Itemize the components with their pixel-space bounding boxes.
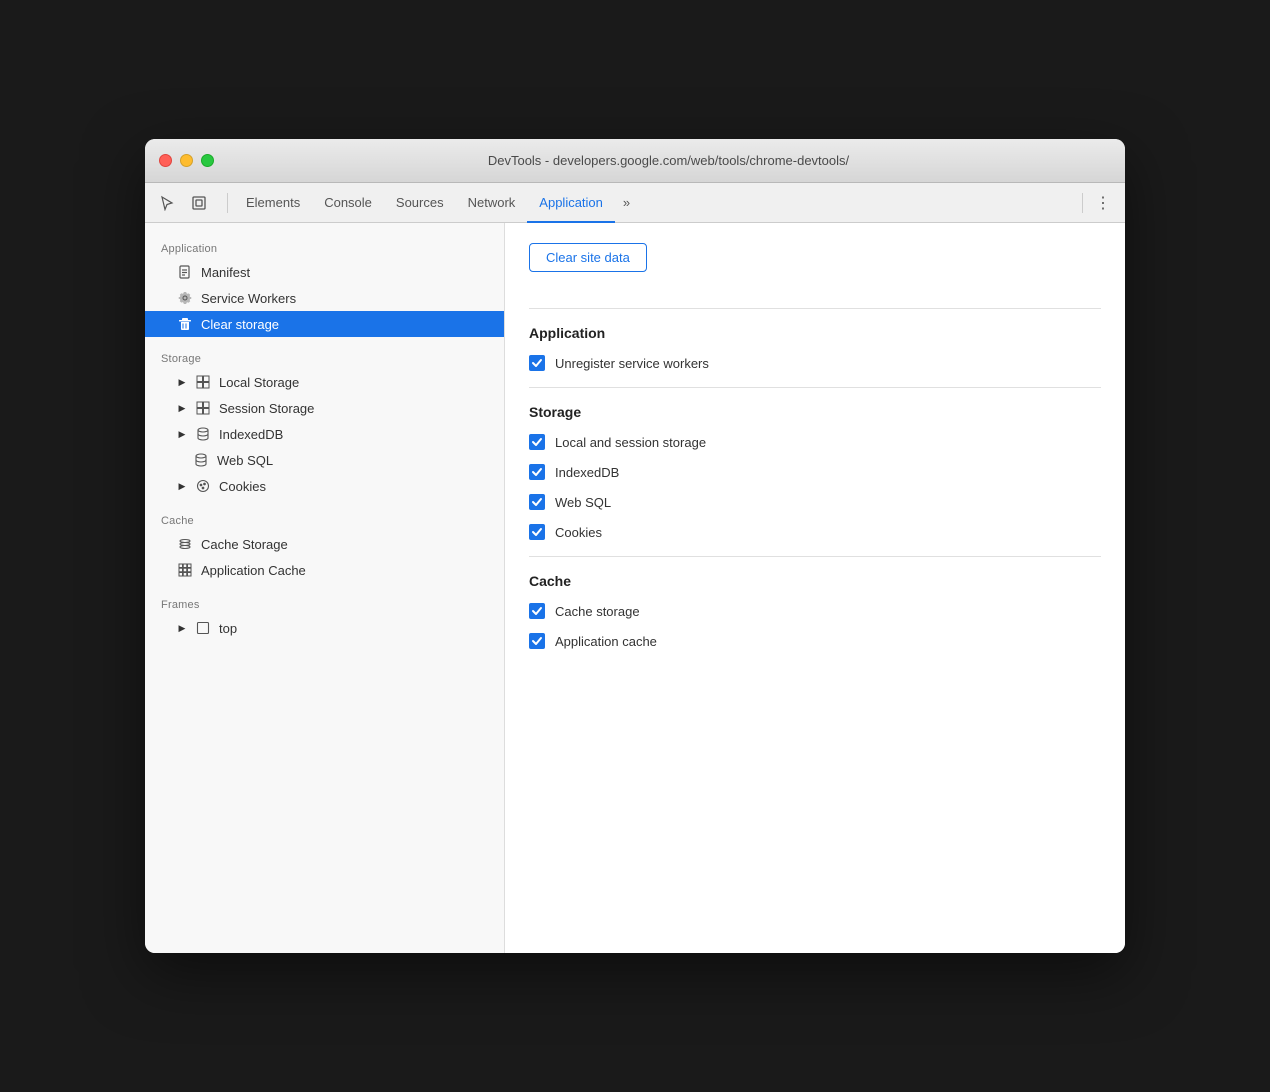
sidebar-item-clear-storage[interactable]: Clear storage [145, 311, 504, 337]
db-icon-indexed [195, 426, 211, 442]
maximize-button[interactable] [201, 154, 214, 167]
main-content: Application Manifest [145, 223, 1125, 953]
menu-dots-button[interactable]: ⋮ [1089, 189, 1117, 217]
traffic-lights [159, 154, 214, 167]
checkbox-local-session-label: Local and session storage [555, 435, 706, 450]
checkbox-unregister-sw-box[interactable] [529, 355, 545, 371]
appgrid-icon [177, 562, 193, 578]
sidebar: Application Manifest [145, 223, 505, 953]
grid-icon-local [195, 374, 211, 390]
checkbox-cookies-box[interactable] [529, 524, 545, 540]
sidebar-item-manifest[interactable]: Manifest [145, 259, 504, 285]
checkbox-indexeddb: IndexedDB [529, 464, 1101, 480]
close-button[interactable] [159, 154, 172, 167]
sidebar-section-frames-label: Frames [145, 591, 504, 615]
sidebar-item-local-storage[interactable]: ▶ Local Storage [145, 369, 504, 395]
checkbox-unregister-sw-label: Unregister service workers [555, 356, 709, 371]
checkbox-indexeddb-label: IndexedDB [555, 465, 619, 480]
layers-icon [177, 536, 193, 552]
sidebar-item-indexeddb[interactable]: ▶ IndexedDB [145, 421, 504, 447]
sidebar-item-session-storage[interactable]: ▶ Session Storage [145, 395, 504, 421]
arrow-icon-2: ▶ [177, 403, 187, 413]
checkbox-cookies: Cookies [529, 524, 1101, 540]
tab-console[interactable]: Console [312, 183, 384, 223]
checkbox-app-cache-label: Application cache [555, 634, 657, 649]
toolbar: Elements Console Sources Network Applica… [145, 183, 1125, 223]
cursor-icon[interactable] [153, 189, 181, 217]
sidebar-item-cache-storage[interactable]: Cache Storage [145, 531, 504, 557]
tab-network[interactable]: Network [456, 183, 528, 223]
minimize-button[interactable] [180, 154, 193, 167]
sidebar-item-web-sql[interactable]: Web SQL [145, 447, 504, 473]
sidebar-section-cache-label: Cache [145, 507, 504, 531]
sidebar-section-application-label: Application [145, 235, 504, 259]
arrow-icon-3: ▶ [177, 429, 187, 439]
panel-section-cache-title: Cache [529, 573, 1101, 589]
window-title: DevTools - developers.google.com/web/too… [226, 153, 1111, 168]
checkbox-indexeddb-box[interactable] [529, 464, 545, 480]
file-icon [177, 264, 193, 280]
checkbox-cache-storage: Cache storage [529, 603, 1101, 619]
devtools-window: DevTools - developers.google.com/web/too… [145, 139, 1125, 953]
panel: Clear site data Application Unregister s… [505, 223, 1125, 953]
checkbox-local-session: Local and session storage [529, 434, 1101, 450]
checkbox-app-cache-box[interactable] [529, 633, 545, 649]
cookie-icon [195, 478, 211, 494]
sidebar-item-app-cache[interactable]: Application Cache [145, 557, 504, 583]
tabs: Elements Console Sources Network Applica… [234, 183, 1076, 223]
db-icon-websql [193, 452, 209, 468]
checkbox-web-sql: Web SQL [529, 494, 1101, 510]
checkbox-cache-storage-label: Cache storage [555, 604, 640, 619]
tab-application[interactable]: Application [527, 183, 615, 223]
panel-divider-2 [529, 387, 1101, 388]
trash-icon [177, 316, 193, 332]
panel-divider-3 [529, 556, 1101, 557]
checkbox-web-sql-box[interactable] [529, 494, 545, 510]
sidebar-section-storage-label: Storage [145, 345, 504, 369]
panel-divider-1 [529, 308, 1101, 309]
checkbox-cache-storage-box[interactable] [529, 603, 545, 619]
tab-sources[interactable]: Sources [384, 183, 456, 223]
toolbar-icons [153, 189, 213, 217]
clear-site-data-button[interactable]: Clear site data [529, 243, 647, 272]
checkbox-app-cache: Application cache [529, 633, 1101, 649]
arrow-icon: ▶ [177, 377, 187, 387]
tab-more[interactable]: » [615, 183, 638, 223]
arrow-icon-5: ▶ [177, 623, 187, 633]
toolbar-divider-2 [1082, 193, 1083, 213]
sidebar-item-top[interactable]: ▶ top [145, 615, 504, 641]
checkbox-web-sql-label: Web SQL [555, 495, 611, 510]
inspector-icon[interactable] [185, 189, 213, 217]
sidebar-item-cookies[interactable]: ▶ Cookies [145, 473, 504, 499]
gear-icon [177, 290, 193, 306]
panel-section-storage-title: Storage [529, 404, 1101, 420]
panel-section-application-title: Application [529, 325, 1101, 341]
titlebar: DevTools - developers.google.com/web/too… [145, 139, 1125, 183]
frame-icon [195, 620, 211, 636]
tab-elements[interactable]: Elements [234, 183, 312, 223]
arrow-icon-4: ▶ [177, 481, 187, 491]
checkbox-cookies-label: Cookies [555, 525, 602, 540]
grid-icon-session [195, 400, 211, 416]
toolbar-divider [227, 193, 228, 213]
sidebar-item-service-workers[interactable]: Service Workers [145, 285, 504, 311]
checkbox-local-session-box[interactable] [529, 434, 545, 450]
checkbox-unregister-sw: Unregister service workers [529, 355, 1101, 371]
